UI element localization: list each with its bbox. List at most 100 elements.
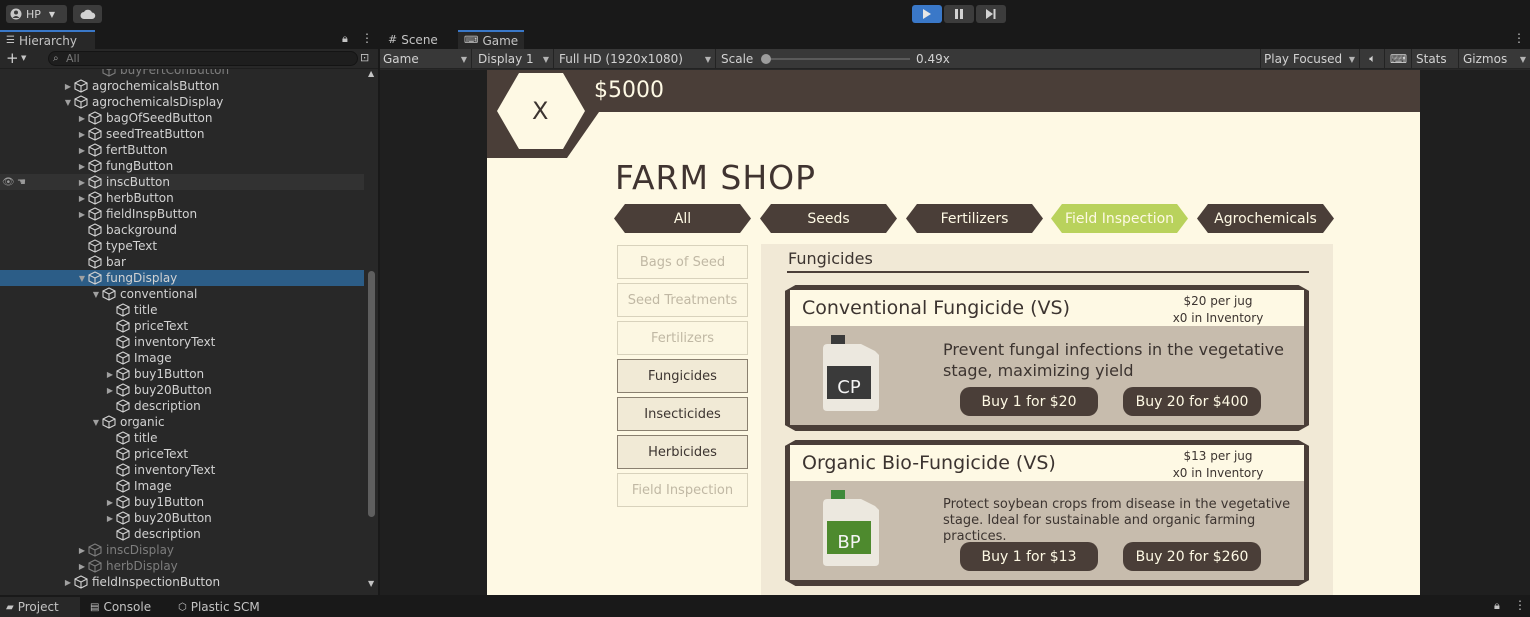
display-dropdown[interactable]: Display 1 ▼ (475, 49, 554, 69)
collapsed-arrow-icon[interactable]: ▶ (76, 142, 88, 158)
game-mode-dropdown[interactable]: Game ▼ (380, 49, 472, 69)
hierarchy-item[interactable]: ▶ fertButton (0, 142, 364, 158)
collapsed-arrow-icon[interactable]: ▶ (76, 206, 88, 222)
stats-button[interactable]: Stats (1413, 49, 1459, 69)
expanded-arrow-icon[interactable]: ▼ (62, 94, 74, 110)
collapsed-arrow-icon[interactable]: ▶ (62, 78, 74, 94)
hierarchy-item[interactable]: ▶ buy1Button (0, 494, 364, 510)
expanded-arrow-icon[interactable]: ▼ (90, 414, 102, 430)
subcategory-button[interactable]: Herbicides (617, 435, 748, 469)
close-icon[interactable]: X (532, 97, 548, 125)
hierarchy-item[interactable]: ▶ inscButton 👁︎ ☚ (0, 174, 364, 190)
step-button[interactable] (976, 5, 1006, 23)
hierarchy-item[interactable]: Image (0, 350, 364, 366)
category-tab[interactable]: Agrochemicals (1197, 204, 1334, 233)
collapsed-arrow-icon[interactable]: ▶ (104, 510, 116, 526)
more-icon[interactable]: ⋮ (1514, 598, 1526, 612)
collapsed-arrow-icon[interactable]: ▶ (76, 110, 88, 126)
hierarchy-item[interactable]: buyFertConButton (0, 69, 364, 78)
hierarchy-item[interactable]: background (0, 222, 364, 238)
hierarchy-item[interactable]: inventoryText (0, 462, 364, 478)
gizmos-dropdown[interactable]: Gizmos ▼ (1460, 49, 1530, 69)
collapsed-arrow-icon[interactable]: ▶ (76, 190, 88, 206)
scale-slider-handle[interactable] (761, 54, 771, 64)
tab-hierarchy[interactable]: ☰ Hierarchy (0, 30, 95, 49)
collapsed-arrow-icon[interactable]: ▶ (104, 382, 116, 398)
collapsed-arrow-icon[interactable]: ▶ (76, 174, 88, 190)
hierarchy-item[interactable]: ▶ herbButton (0, 190, 364, 206)
hierarchy-item[interactable]: ▶ buy20Button (0, 382, 364, 398)
more-icon[interactable]: ⋮ (1513, 31, 1525, 45)
hierarchy-item[interactable]: description (0, 526, 364, 542)
hierarchy-item[interactable]: ▶ fungButton (0, 158, 364, 174)
collapsed-arrow-icon[interactable]: ▶ (76, 558, 88, 574)
more-icon[interactable]: ⋮ (361, 31, 373, 45)
tab-plastic-scm[interactable]: ⬡ Plastic SCM (172, 597, 272, 617)
hierarchy-item[interactable]: ▶ herbDisplay (0, 558, 364, 574)
scroll-up-icon[interactable]: ▲ (368, 69, 374, 78)
scrollbar-thumb[interactable] (368, 271, 375, 517)
hierarchy-item[interactable]: typeText (0, 238, 364, 254)
play-focus-dropdown[interactable]: Play Focused ▼ (1260, 49, 1360, 69)
pause-button[interactable] (944, 5, 974, 23)
hierarchy-item[interactable]: ▶ agrochemicalsButton (0, 78, 364, 94)
hierarchy-item[interactable]: inventoryText (0, 334, 364, 350)
expanded-arrow-icon[interactable]: ▼ (90, 286, 102, 302)
hierarchy-item[interactable]: Image (0, 478, 364, 494)
resolution-dropdown[interactable]: Full HD (1920x1080) ▼ (556, 49, 716, 69)
category-tab[interactable]: Seeds (760, 204, 897, 233)
hierarchy-item[interactable]: ▶ buy20Button (0, 510, 364, 526)
category-tab[interactable]: Field Inspection (1051, 204, 1188, 233)
tab-console[interactable]: ▤ Console (84, 597, 168, 617)
subcategory-button[interactable]: Seed Treatments (617, 283, 748, 317)
scale-slider[interactable] (761, 54, 910, 64)
hierarchy-item[interactable]: ▶ seedTreatButton (0, 126, 364, 142)
collapsed-arrow-icon[interactable]: ▶ (76, 542, 88, 558)
expanded-arrow-icon[interactable]: ▼ (76, 270, 88, 286)
hierarchy-item[interactable]: ▶ inscDisplay (0, 542, 364, 558)
hierarchy-item[interactable]: ▼ fungDisplay (0, 270, 364, 286)
mute-audio-button[interactable]: 🔈︎ (1361, 49, 1385, 69)
hierarchy-search-input[interactable]: ⌕ All (48, 51, 358, 66)
chevron-down-icon[interactable]: ▼ (21, 54, 26, 62)
hierarchy-item[interactable]: ▶ fieldInspButton (0, 206, 364, 222)
hierarchy-item[interactable]: title (0, 430, 364, 446)
add-icon[interactable]: + (6, 49, 19, 67)
tab-scene[interactable]: # Scene (382, 30, 454, 49)
subcategory-button[interactable]: Fertilizers (617, 321, 748, 355)
shortcuts-button[interactable]: ⌨ (1386, 49, 1412, 69)
account-dropdown[interactable]: HP ▼ (6, 5, 67, 23)
tab-game[interactable]: ⌨ Game (458, 30, 524, 49)
search-options-icon[interactable]: ⊡ (360, 51, 369, 64)
tab-project[interactable]: ▰ Project (0, 597, 80, 617)
collapsed-arrow-icon[interactable]: ▶ (76, 158, 88, 174)
scroll-down-icon[interactable]: ▼ (368, 579, 374, 588)
hierarchy-item[interactable]: priceText (0, 446, 364, 462)
buy-20-button[interactable]: Buy 20 for $400 (1123, 387, 1261, 416)
subcategory-button[interactable]: Bags of Seed (617, 245, 748, 279)
collapsed-arrow-icon[interactable]: ▶ (104, 494, 116, 510)
play-button[interactable] (912, 5, 942, 23)
buy-1-button[interactable]: Buy 1 for $20 (960, 387, 1098, 416)
collapsed-arrow-icon[interactable]: ▶ (76, 126, 88, 142)
collapsed-arrow-icon[interactable]: ▶ (62, 574, 74, 590)
hierarchy-item[interactable]: bar (0, 254, 364, 270)
hierarchy-item[interactable]: ▶ buy1Button (0, 366, 364, 382)
hierarchy-item[interactable]: ▼ conventional (0, 286, 364, 302)
hierarchy-scrollbar[interactable]: ▲ ▼ (366, 69, 378, 593)
hierarchy-item[interactable]: ▶ bagOfSeedButton (0, 110, 364, 126)
category-tab[interactable]: All (614, 204, 751, 233)
hierarchy-item[interactable]: ▼ agrochemicalsDisplay (0, 94, 364, 110)
lock-icon[interactable]: 🔒︎ (342, 32, 348, 46)
collapsed-arrow-icon[interactable]: ▶ (104, 366, 116, 382)
lock-icon[interactable]: 🔒︎ (1494, 599, 1500, 613)
hierarchy-item[interactable]: ▶ fieldInspectionButton (0, 574, 364, 590)
cloud-button[interactable] (73, 5, 102, 23)
subcategory-button[interactable]: Field Inspection (617, 473, 748, 507)
visibility-eye-icon[interactable]: 👁︎ (2, 177, 15, 188)
hierarchy-item[interactable]: ▼ organic (0, 414, 364, 430)
pickable-hand-icon[interactable]: ☚ (17, 177, 26, 188)
buy-20-button[interactable]: Buy 20 for $260 (1123, 542, 1261, 571)
category-tab[interactable]: Fertilizers (906, 204, 1043, 233)
hierarchy-item[interactable]: priceText (0, 318, 364, 334)
